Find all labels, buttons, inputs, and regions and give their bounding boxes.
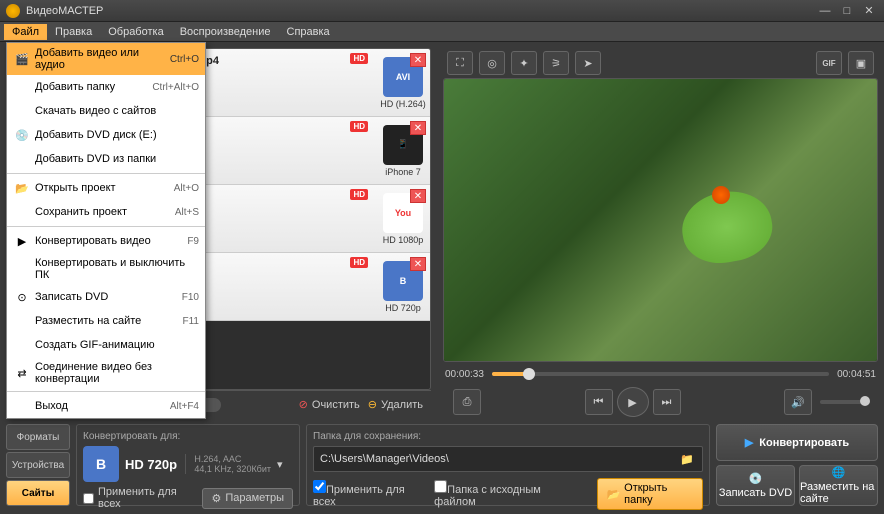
action-buttons: ▶Конвертировать 💿Записать DVD 🌐Разместит… bbox=[716, 424, 878, 506]
remove-video-icon[interactable]: ✕ bbox=[410, 257, 426, 271]
menu-item[interactable]: ⇄Соединение видео без конвертации bbox=[7, 357, 205, 389]
menu-item[interactable]: Добавить папкуCtrl+Alt+O bbox=[7, 75, 205, 99]
menu-item[interactable]: Скачать видео с сайтов bbox=[7, 99, 205, 123]
close-button[interactable]: ✕ bbox=[860, 4, 878, 18]
save-title: Папка для сохранения: bbox=[313, 431, 703, 442]
remove-video-icon[interactable]: ✕ bbox=[410, 53, 426, 67]
preview-toolbar: ⛶ ◎ ✦ ⚞ ➤ GIF ▣ bbox=[443, 48, 878, 78]
join-icon: ⇄ bbox=[13, 365, 31, 381]
blank-icon bbox=[13, 313, 31, 329]
format-tabs: Форматы Устройства Сайты bbox=[6, 424, 70, 506]
remove-video-icon[interactable]: ✕ bbox=[410, 189, 426, 203]
delete-button[interactable]: ⊖Удалить bbox=[368, 398, 423, 411]
blank-icon bbox=[13, 151, 31, 167]
hd-badge: HD bbox=[350, 189, 368, 200]
open-folder-button[interactable]: 📂Открыть папку bbox=[597, 478, 703, 510]
blank-icon bbox=[13, 79, 31, 95]
menubar: Файл Правка Обработка Воспроизведение Сп… bbox=[0, 22, 884, 42]
tab-devices[interactable]: Устройства bbox=[6, 452, 70, 478]
menu-help[interactable]: Справка bbox=[279, 24, 338, 40]
upload-button[interactable]: 🌐Разместить на сайте bbox=[799, 465, 878, 506]
next-button[interactable]: ⏭ bbox=[653, 389, 681, 415]
format-select[interactable]: HD 720p bbox=[125, 457, 179, 472]
volume-slider[interactable] bbox=[820, 400, 870, 404]
play-button[interactable]: ▶ bbox=[617, 387, 649, 417]
folder-icon: 📂 bbox=[606, 488, 620, 501]
browse-folder-icon[interactable]: 📁 bbox=[678, 451, 696, 467]
hd-badge: HD bbox=[350, 53, 368, 64]
speed-icon[interactable]: ➤ bbox=[575, 51, 601, 75]
app-logo bbox=[6, 4, 20, 18]
play-icon: ▶ bbox=[745, 436, 753, 449]
time-duration: 00:04:51 bbox=[837, 369, 876, 380]
menu-item[interactable]: Разместить на сайтеF11 bbox=[7, 309, 205, 333]
blank-icon bbox=[13, 337, 31, 353]
blank-icon bbox=[13, 204, 31, 220]
tab-sites[interactable]: Сайты bbox=[6, 480, 70, 506]
menu-item[interactable]: Создать GIF-анимацию bbox=[7, 333, 205, 357]
menu-edit[interactable]: Правка bbox=[47, 24, 100, 40]
clear-button[interactable]: ⊘Очистить bbox=[299, 398, 360, 411]
dvd-icon: 💿 bbox=[13, 127, 31, 143]
convert-panel: Конвертировать для: В HD 720p H.264, AAC… bbox=[76, 424, 300, 506]
menu-item[interactable]: Добавить DVD из папки bbox=[7, 147, 205, 171]
play-icon: ▶ bbox=[13, 233, 31, 249]
remove-video-icon[interactable]: ✕ bbox=[410, 121, 426, 135]
folder-icon: 📂 bbox=[13, 180, 31, 196]
disc-icon: 💿 bbox=[749, 472, 763, 485]
timeline: 00:00:33 00:04:51 bbox=[443, 362, 878, 386]
save-panel: Папка для сохранения: C:\Users\Manager\V… bbox=[306, 424, 710, 506]
minimize-button[interactable]: — bbox=[816, 4, 834, 18]
blank-icon bbox=[13, 398, 31, 414]
menu-file[interactable]: Файл bbox=[4, 24, 47, 40]
time-current: 00:00:33 bbox=[445, 369, 484, 380]
hd-badge: HD bbox=[350, 257, 368, 268]
app-title: ВидеоМАСТЕР bbox=[26, 5, 812, 17]
menu-process[interactable]: Обработка bbox=[100, 24, 171, 40]
menu-item[interactable]: 💿Добавить DVD диск (E:) bbox=[7, 123, 205, 147]
menu-item[interactable]: Сохранить проектAlt+S bbox=[7, 200, 205, 224]
burn-icon: ⊙ bbox=[13, 289, 31, 305]
enhance-icon[interactable]: ⚞ bbox=[543, 51, 569, 75]
prev-button[interactable]: ⏮ bbox=[585, 389, 613, 415]
video-preview[interactable] bbox=[443, 78, 878, 362]
snapshot-icon[interactable]: ⎙ bbox=[453, 389, 481, 415]
globe-icon: 🌐 bbox=[832, 466, 846, 479]
effects-icon[interactable]: ✦ bbox=[511, 51, 537, 75]
maximize-button[interactable]: □ bbox=[838, 4, 856, 18]
save-apply-all-checkbox[interactable]: Применить для всех bbox=[313, 480, 424, 508]
tab-formats[interactable]: Форматы bbox=[6, 424, 70, 450]
format-dropdown-icon[interactable]: ▾ bbox=[277, 458, 293, 471]
gear-icon: ⚙ bbox=[211, 492, 221, 505]
apply-all-checkbox[interactable]: Применить для всех bbox=[83, 486, 190, 510]
source-folder-checkbox[interactable]: Папка с исходным файлом bbox=[434, 480, 577, 508]
menu-item[interactable]: ВыходAlt+F4 bbox=[7, 394, 205, 418]
menu-item[interactable]: Конвертировать и выключить ПК bbox=[7, 253, 205, 285]
menu-item[interactable]: 🎬Добавить видео или аудиоCtrl+O bbox=[7, 43, 205, 75]
menu-item[interactable]: ⊙Записать DVDF10 bbox=[7, 285, 205, 309]
crop-icon[interactable]: ⛶ bbox=[447, 51, 473, 75]
fullscreen-icon[interactable]: ▣ bbox=[848, 51, 874, 75]
menu-item[interactable]: ▶Конвертировать видеоF9 bbox=[7, 229, 205, 253]
menu-playback[interactable]: Воспроизведение bbox=[172, 24, 279, 40]
convert-button[interactable]: ▶Конвертировать bbox=[716, 424, 878, 461]
volume-icon[interactable]: 🔊 bbox=[784, 389, 812, 415]
player-controls: ⎙ ⏮ ▶ ⏭ 🔊 bbox=[443, 386, 878, 418]
seek-track[interactable] bbox=[492, 372, 829, 376]
menu-item[interactable]: 📂Открыть проектAlt+O bbox=[7, 176, 205, 200]
blank-icon bbox=[13, 103, 31, 119]
blank-icon bbox=[13, 261, 31, 277]
titlebar: ВидеоМАСТЕР — □ ✕ bbox=[0, 0, 884, 22]
convert-title: Конвертировать для: bbox=[83, 431, 293, 442]
rotate-icon[interactable]: ◎ bbox=[479, 51, 505, 75]
params-button[interactable]: ⚙Параметры bbox=[202, 488, 293, 509]
file-dropdown: 🎬Добавить видео или аудиоCtrl+OДобавить … bbox=[6, 42, 206, 419]
add-media-icon: 🎬 bbox=[13, 51, 31, 67]
format-icon[interactable]: В bbox=[83, 446, 119, 482]
seek-knob[interactable] bbox=[523, 368, 535, 380]
gif-button[interactable]: GIF bbox=[816, 51, 842, 75]
burn-dvd-button[interactable]: 💿Записать DVD bbox=[716, 465, 795, 506]
hd-badge: HD bbox=[350, 121, 368, 132]
save-path-field[interactable]: C:\Users\Manager\Videos\ 📁 bbox=[313, 446, 703, 472]
